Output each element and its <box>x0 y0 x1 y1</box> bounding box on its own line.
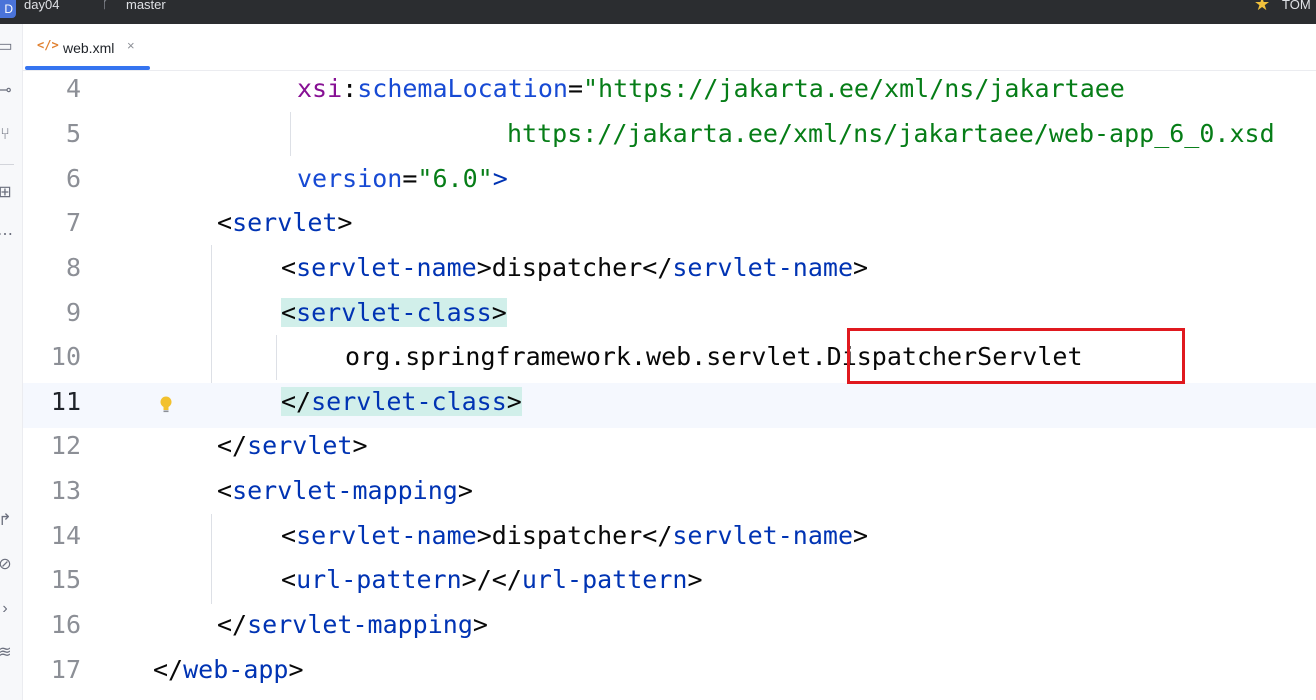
code-text: <servlet-mapping> <box>217 476 473 505</box>
close-icon[interactable]: × <box>127 38 135 53</box>
terminal-icon[interactable]: › <box>0 600 14 618</box>
code-text: </servlet-mapping> <box>217 610 488 639</box>
tab-label: web.xml <box>63 40 115 56</box>
code-editor[interactable]: 4 xsi:schemaLocation="https://jakarta.ee… <box>23 70 1316 700</box>
code-text: </servlet-class> <box>281 387 522 416</box>
folder-icon[interactable]: ▭ <box>0 38 14 56</box>
code-line[interactable]: 13 <servlet-mapping> <box>23 472 1316 517</box>
title-bar: D day04 ᚴ master ★ TOM <box>0 0 1316 24</box>
line-number: 14 <box>50 521 81 550</box>
line-number: 17 <box>50 655 81 684</box>
run-config-icon: ★ <box>1254 0 1271 14</box>
sidebar-divider <box>0 164 14 165</box>
line-number: 13 <box>50 476 81 505</box>
project-name[interactable]: day04 <box>24 0 59 12</box>
annotation-highlight-box <box>847 328 1185 384</box>
code-line[interactable]: 4 xsi:schemaLocation="https://jakarta.ee… <box>23 70 1316 115</box>
code-line[interactable]: 14 <servlet-name>dispatcher</servlet-nam… <box>23 517 1316 562</box>
line-number: 5 <box>65 119 81 148</box>
code-line-current[interactable]: 11 </servlet-class> <box>23 383 1316 428</box>
code-text: <url-pattern>/</url-pattern> <box>281 565 703 594</box>
line-number: 12 <box>50 431 81 460</box>
line-number: 7 <box>65 208 81 237</box>
branch-icon: ᚴ <box>102 0 110 11</box>
code-line[interactable]: 5 https://jakarta.ee/xml/ns/jakartaee/we… <box>23 115 1316 160</box>
code-line[interactable]: 17 </web-app> <box>23 651 1316 696</box>
code-line[interactable]: 15 <url-pattern>/</url-pattern> <box>23 561 1316 606</box>
tab-web-xml[interactable]: </> web.xml × <box>23 24 150 70</box>
run-icon[interactable]: ↱ <box>0 512 14 530</box>
line-number: 4 <box>65 74 81 103</box>
structure-icon[interactable]: ⊞ <box>0 184 14 202</box>
code-text: <servlet-class> <box>281 298 507 327</box>
project-badge[interactable]: D <box>0 0 16 18</box>
xml-file-icon: </> <box>37 38 59 52</box>
line-number: 6 <box>65 164 81 193</box>
layers-icon[interactable]: ≋ <box>0 644 14 662</box>
commit-icon[interactable]: ⊸ <box>0 82 14 100</box>
code-text: </servlet> <box>217 431 368 460</box>
code-line[interactable]: 16 </servlet-mapping> <box>23 606 1316 651</box>
branch-name[interactable]: master <box>126 0 166 12</box>
line-number: 11 <box>50 387 81 416</box>
code-text: https://jakarta.ee/xml/ns/jakartaee/web-… <box>507 119 1275 148</box>
code-text: </web-app> <box>153 655 304 684</box>
code-text: xsi:schemaLocation="https://jakarta.ee/x… <box>297 74 1125 103</box>
code-text: <servlet-name>dispatcher</servlet-name> <box>281 253 869 282</box>
code-line[interactable]: 7 <servlet> <box>23 204 1316 249</box>
tool-sidebar: ▭ ⊸ ⑂ ⊞ ⋯ ↱ ⊘ › ≋ <box>0 24 23 700</box>
line-number: 8 <box>65 253 81 282</box>
line-number: 15 <box>50 565 81 594</box>
code-line[interactable]: 12 </servlet> <box>23 427 1316 472</box>
line-number: 9 <box>65 298 81 327</box>
code-text: version="6.0"> <box>297 164 508 193</box>
line-number: 10 <box>50 342 81 371</box>
code-text: <servlet-name>dispatcher</servlet-name> <box>281 521 869 550</box>
lightbulb-icon[interactable] <box>159 395 173 415</box>
run-config-name[interactable]: TOM <box>1282 0 1311 12</box>
pull-request-icon[interactable]: ⑂ <box>0 126 14 144</box>
more-icon[interactable]: ⋯ <box>0 226 14 244</box>
editor-tab-bar: </> web.xml × <box>23 24 1316 71</box>
code-line[interactable]: 6 version="6.0"> <box>23 160 1316 205</box>
services-icon[interactable]: ⊘ <box>0 556 14 574</box>
code-text: <servlet> <box>217 208 353 237</box>
code-line[interactable]: 8 <servlet-name>dispatcher</servlet-name… <box>23 249 1316 294</box>
line-number: 16 <box>50 610 81 639</box>
